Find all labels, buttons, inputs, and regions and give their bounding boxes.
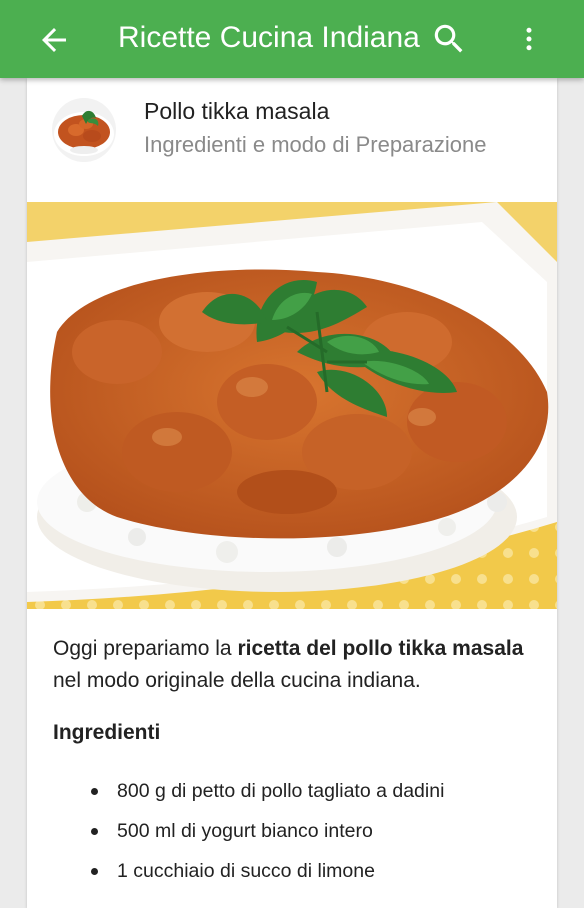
recipe-header[interactable]: Pollo tikka masala Ingredienti e modo di… <box>27 78 557 202</box>
search-icon[interactable] <box>430 20 468 58</box>
ingredient-item: 800 g di petto di pollo tagliato a dadin… <box>91 771 538 811</box>
ingredient-item: 1 cucchiaio di succo di limone <box>91 851 538 891</box>
recipe-photo <box>27 202 557 609</box>
arrow-back-icon[interactable] <box>36 22 72 58</box>
app-bar: Ricette Cucina Indiana <box>0 0 584 78</box>
recipe-body: Oggi prepariamo la ricetta del pollo tik… <box>53 633 538 891</box>
recipe-intro: Oggi prepariamo la ricetta del pollo tik… <box>53 633 538 697</box>
app-title: Ricette Cucina Indiana <box>118 21 420 54</box>
recipe-thumbnail <box>52 98 116 162</box>
ingredient-item: 500 ml di yogurt bianco intero <box>91 811 538 851</box>
intro-text-end: nel modo originale della cucina indiana. <box>53 669 421 692</box>
intro-bold-text: ricetta del pollo tikka masala <box>237 637 524 660</box>
recipe-title: Pollo tikka masala <box>144 98 330 124</box>
ingredients-list: 800 g di petto di pollo tagliato a dadin… <box>53 771 538 891</box>
more-vert-icon[interactable] <box>514 20 544 58</box>
recipe-subtitle: Ingredienti e modo di Preparazione <box>144 132 487 157</box>
ingredients-heading: Ingredienti <box>53 721 161 744</box>
intro-text: Oggi prepariamo la <box>53 637 238 660</box>
recipe-card: Pollo tikka masala Ingredienti e modo di… <box>27 78 557 908</box>
